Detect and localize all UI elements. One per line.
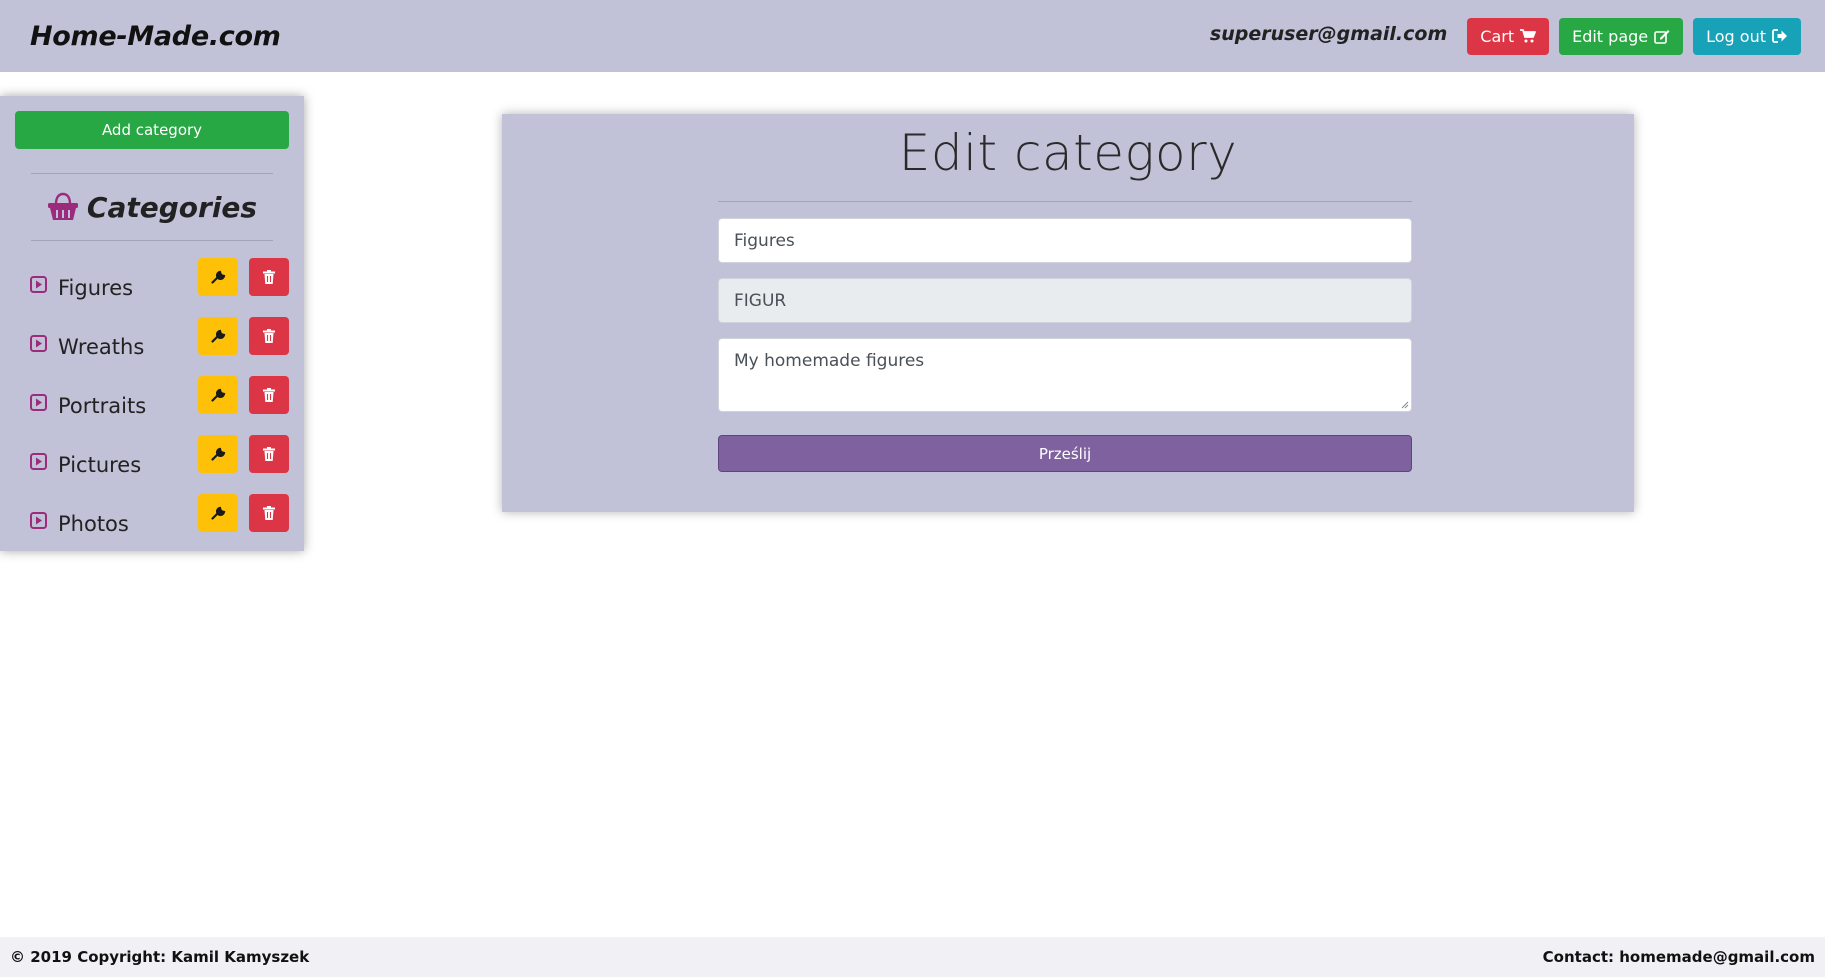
delete-category-button[interactable] xyxy=(249,435,289,473)
category-actions xyxy=(187,258,289,296)
category-label[interactable]: Wreaths xyxy=(58,335,144,359)
wrench-icon xyxy=(210,506,225,520)
list-item[interactable]: Pictures xyxy=(15,432,289,491)
cart-button[interactable]: Cart xyxy=(1467,17,1550,55)
category-actions xyxy=(187,376,289,414)
delete-category-button[interactable] xyxy=(249,376,289,414)
top-navbar: Home-Made.com superuser@gmail.com Cart E… xyxy=(0,0,1825,72)
list-item[interactable]: Figures xyxy=(15,255,289,314)
play-square-icon xyxy=(30,394,47,411)
wrench-icon xyxy=(210,329,225,343)
edit-page-button[interactable]: Edit page xyxy=(1559,17,1684,55)
wrench-icon xyxy=(210,270,225,284)
category-name-input[interactable]: Figures xyxy=(718,218,1412,263)
navbar-right: superuser@gmail.com Cart Edit page Log o… xyxy=(1209,17,1801,55)
play-square-icon xyxy=(30,453,47,470)
category-label[interactable]: Portraits xyxy=(58,394,146,418)
edit-icon xyxy=(1654,29,1670,44)
shopping-cart-icon xyxy=(1520,29,1536,43)
description-text: My homemade figures xyxy=(734,351,925,371)
sign-out-icon xyxy=(1772,29,1787,43)
edit-category-card: Edit category Figures FIGUR My homemade … xyxy=(502,114,1634,512)
play-square-icon xyxy=(30,276,47,293)
category-label[interactable]: Pictures xyxy=(58,453,141,477)
list-item[interactable]: Wreaths xyxy=(15,314,289,373)
category-description-textarea[interactable]: My homemade figures xyxy=(718,338,1412,412)
edit-category-button[interactable] xyxy=(198,494,238,532)
trash-icon xyxy=(263,447,275,461)
title-divider xyxy=(718,201,1412,202)
copyright-text: © 2019 Copyright: Kamil Kamyszek xyxy=(10,948,310,966)
sidebar-divider-2 xyxy=(31,240,273,241)
delete-category-button[interactable] xyxy=(249,317,289,355)
contact-text: Contact: homemade@gmail.com xyxy=(1542,948,1815,966)
delete-category-button[interactable] xyxy=(249,258,289,296)
logout-button[interactable]: Log out xyxy=(1693,17,1801,55)
brand-logo[interactable]: Home-Made.com xyxy=(30,21,281,52)
category-actions xyxy=(187,317,289,355)
add-category-button[interactable]: Add category xyxy=(15,111,289,149)
category-sidebar: Add category Categories Figures Wreaths … xyxy=(0,96,304,551)
category-code-input[interactable]: FIGUR xyxy=(718,278,1412,323)
list-item[interactable]: Portraits xyxy=(15,373,289,432)
category-list: Figures Wreaths Portraits Pictures Photo… xyxy=(15,255,289,550)
list-item[interactable]: Photos xyxy=(15,491,289,550)
page-footer: © 2019 Copyright: Kamil Kamyszek Contact… xyxy=(0,937,1825,977)
edit-page-button-label: Edit page xyxy=(1572,26,1649,46)
logout-button-label: Log out xyxy=(1706,26,1766,46)
category-actions xyxy=(187,435,289,473)
category-actions xyxy=(187,494,289,532)
delete-category-button[interactable] xyxy=(249,494,289,532)
trash-icon xyxy=(263,506,275,520)
user-email: superuser@gmail.com xyxy=(1209,23,1448,45)
edit-category-button[interactable] xyxy=(198,435,238,473)
category-label[interactable]: Figures xyxy=(58,276,133,300)
trash-icon xyxy=(263,388,275,402)
wrench-icon xyxy=(210,388,225,402)
submit-button[interactable]: Prześlij xyxy=(718,435,1412,472)
resize-handle-icon[interactable] xyxy=(1401,401,1409,409)
edit-category-button[interactable] xyxy=(198,258,238,296)
wrench-icon xyxy=(210,447,225,461)
categories-heading: Categories xyxy=(15,174,289,240)
trash-icon xyxy=(263,329,275,343)
cart-button-label: Cart xyxy=(1480,26,1515,46)
play-square-icon xyxy=(30,335,47,352)
edit-category-button[interactable] xyxy=(198,376,238,414)
page-title: Edit category xyxy=(898,124,1238,182)
edit-category-button[interactable] xyxy=(198,317,238,355)
basket-icon xyxy=(47,192,78,220)
trash-icon xyxy=(263,270,275,284)
categories-title: Categories xyxy=(86,190,258,224)
play-square-icon xyxy=(30,512,47,529)
category-label[interactable]: Photos xyxy=(58,512,129,536)
